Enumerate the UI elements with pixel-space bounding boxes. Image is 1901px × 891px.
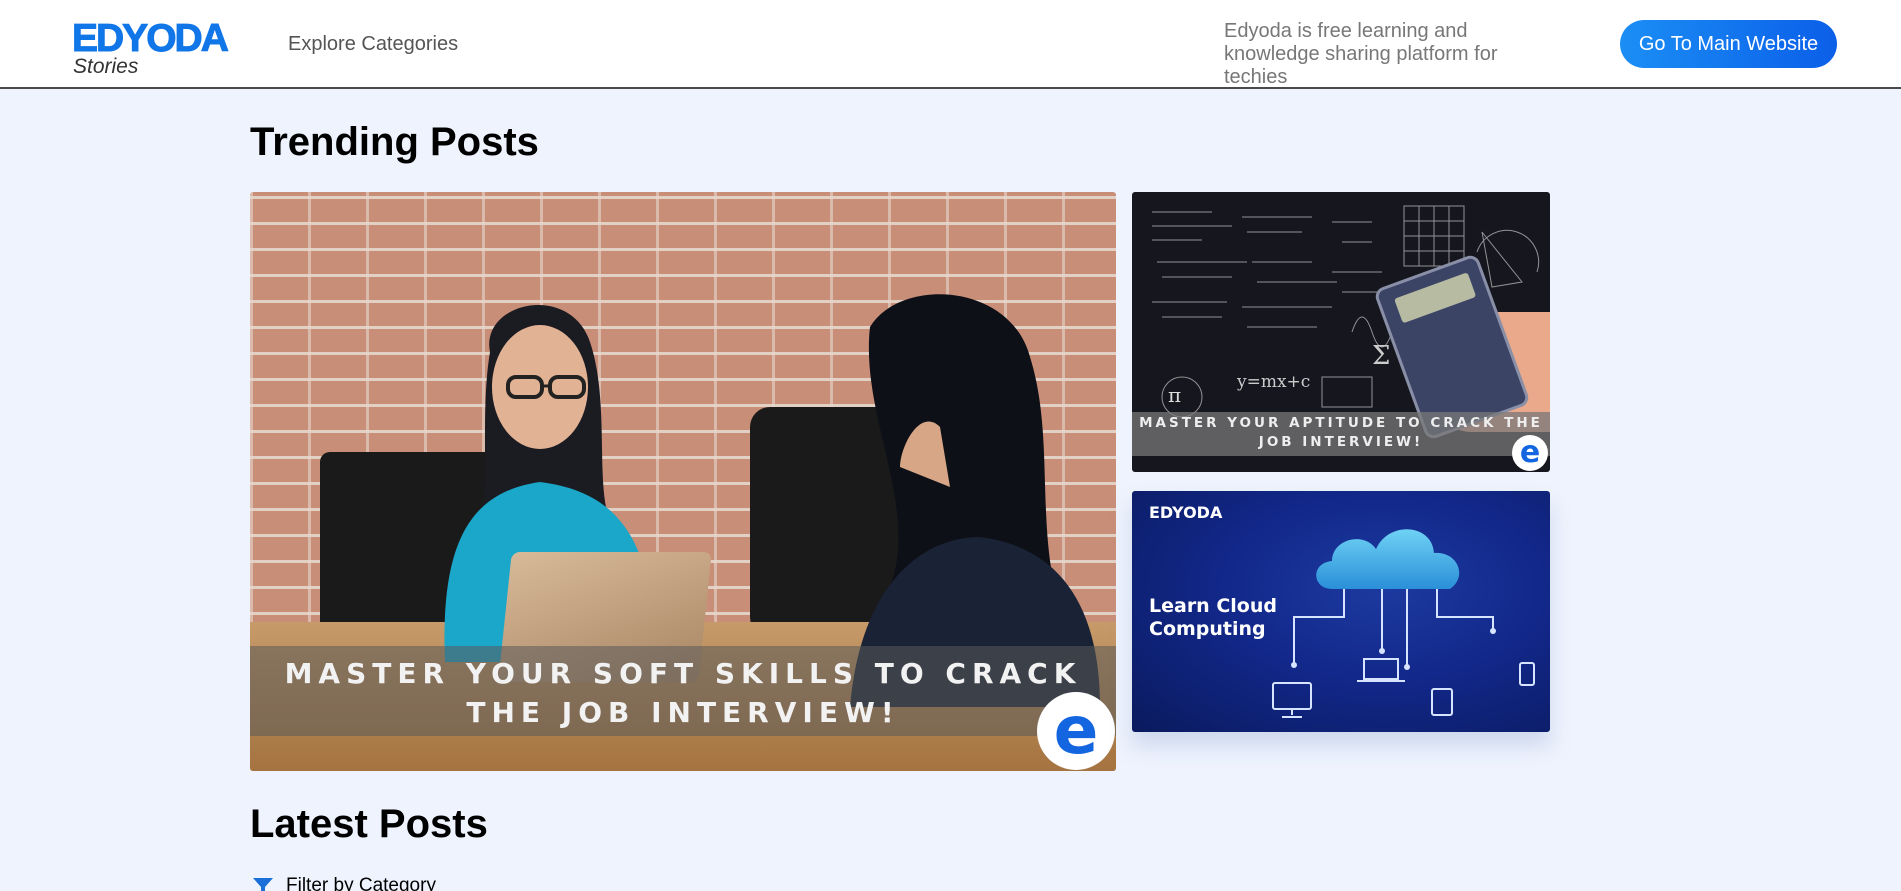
go-to-main-website-button[interactable]: Go To Main Website bbox=[1620, 20, 1837, 68]
funnel-icon bbox=[253, 878, 273, 891]
cloud-network-icon bbox=[1272, 529, 1535, 718]
site-header: EDYODA Stories Explore Categories Edyoda… bbox=[0, 0, 1901, 89]
svg-text:π: π bbox=[1168, 383, 1181, 407]
trending-post-card-aptitude[interactable]: Σ π y=mx+c MASTER YOUR APTITUDE TO CRACK… bbox=[1132, 192, 1550, 472]
trending-posts-heading: Trending Posts bbox=[250, 120, 539, 164]
latest-posts-heading: Latest Posts bbox=[250, 802, 488, 846]
logo-wordmark: EDYODA bbox=[72, 17, 230, 60]
trending-post-card-soft-skills[interactable]: MASTER YOUR SOFT SKILLS TO CRACK THE JOB… bbox=[250, 192, 1116, 771]
filter-by-category[interactable]: Filter by Category bbox=[252, 875, 436, 891]
trending-post-card-cloud-computing[interactable]: EDYODA Learn Cloud Computing bbox=[1132, 491, 1550, 732]
filter-by-category-label: Filter by Category bbox=[286, 875, 436, 891]
edyoda-e-icon: e bbox=[1037, 692, 1115, 770]
post-banner-aptitude: MASTER YOUR APTITUDE TO CRACK THE JOB IN… bbox=[1139, 415, 1543, 450]
svg-text:Σ: Σ bbox=[1372, 341, 1390, 371]
edyoda-e-icon: e bbox=[1512, 435, 1548, 471]
edyoda-stories-logo[interactable]: EDYODA Stories bbox=[72, 17, 242, 80]
site-tagline: Edyoda is free learning and knowledge sh… bbox=[1224, 20, 1498, 88]
post-banner-soft-skills: MASTER YOUR SOFT SKILLS TO CRACK THE JOB… bbox=[284, 657, 1082, 729]
svg-text:y=mx+c: y=mx+c bbox=[1236, 372, 1310, 392]
explore-categories-link[interactable]: Explore Categories bbox=[288, 33, 458, 56]
